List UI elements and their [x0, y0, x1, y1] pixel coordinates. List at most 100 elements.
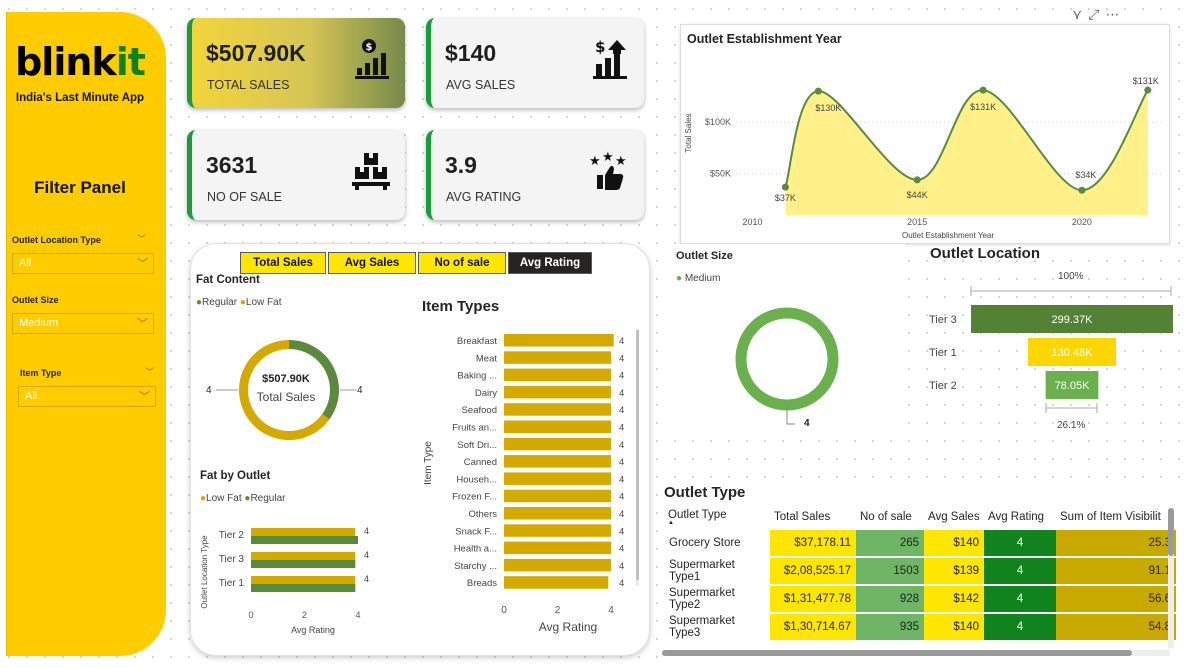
bar[interactable]	[504, 334, 614, 347]
category-label: Fruits an...	[452, 423, 497, 434]
category-label: Health a...	[454, 544, 497, 555]
bar[interactable]	[504, 489, 611, 503]
table-row[interactable]: Supermarket Type1 $2,08,525.17 1503 $139 4 91…	[664, 558, 1176, 586]
table-row[interactable]: Supermarket Type3 $1,30,714.67 935 $140 4 54.…	[664, 614, 1176, 642]
bar[interactable]	[251, 584, 356, 592]
outlet-size-value: Medium	[19, 317, 59, 329]
column-header[interactable]: No of sale	[856, 504, 924, 530]
table-cell: Grocery Store	[664, 530, 770, 558]
filter-panel-title: Filter Panel	[34, 178, 126, 197]
more-options-icon[interactable]: ⋯	[1105, 6, 1125, 22]
category-label: Baking ...	[457, 371, 497, 382]
filter-label-outlet-location: Outlet Location Type	[12, 235, 101, 245]
metric-button-no-of-sale[interactable]: No of sale	[418, 252, 506, 274]
bar[interactable]	[504, 368, 611, 382]
scrollbar-thumb[interactable]	[662, 650, 1132, 656]
line-chart-svg: Total Sales $37K $130K $44K $131K $34K $131K $…	[684, 76, 1161, 240]
filter-icon[interactable]: ⋎	[1072, 6, 1088, 22]
outlet-size-title: Outlet Size	[676, 250, 733, 262]
funnel-top-label: 100%	[1058, 271, 1084, 282]
column-header[interactable]: Outlet Type ▲	[664, 504, 770, 530]
bar[interactable]	[504, 351, 611, 364]
item-type-value: All	[25, 390, 38, 402]
category-label: Tier 1	[929, 347, 957, 359]
bar[interactable]	[504, 420, 611, 434]
item-types-chart: Item Type Breakfast 4 Meat 4 Baking ... 4 Dair…	[423, 330, 639, 634]
bar[interactable]	[251, 528, 356, 536]
table-cell: Supermarket Type1	[664, 558, 770, 586]
outlet-size-donut	[735, 307, 839, 425]
bar[interactable]	[251, 536, 358, 544]
growth-chart-icon: $	[593, 38, 627, 79]
category-label: Canned	[464, 457, 497, 468]
outlet-size-select[interactable]: Medium ﹀	[12, 313, 154, 334]
data-point[interactable]	[979, 86, 987, 94]
metric-button-avg-sales[interactable]: Avg Sales	[328, 252, 416, 274]
filter-label-outlet-size: Outlet Size	[12, 295, 59, 305]
category-label: Seafood	[462, 405, 497, 416]
column-header[interactable]: Avg Sales	[924, 504, 984, 530]
category-label: Others	[468, 509, 497, 520]
bar[interactable]	[504, 576, 609, 589]
bar[interactable]	[504, 385, 611, 399]
scrollbar-thumb[interactable]	[636, 330, 639, 580]
bar[interactable]	[504, 558, 611, 572]
column-header[interactable]: Avg Rating	[984, 504, 1056, 530]
table-cell: Supermarket Type2	[664, 586, 770, 614]
horizontal-scrollbar[interactable]	[662, 650, 1170, 656]
x-tick-label: 0	[248, 610, 253, 620]
x-tick-label: 4	[355, 610, 360, 620]
item-type-select[interactable]: All ﹀	[18, 386, 156, 407]
bar[interactable]	[504, 455, 611, 468]
outlet-type-table-visual: Outlet Type Outlet Type ▲ Total Sales No of…	[660, 480, 1182, 660]
filter-panel	[6, 12, 166, 656]
scrollbar-thumb[interactable]	[1168, 508, 1174, 556]
category-label: Tier 1	[219, 578, 245, 589]
data-label: $44K	[907, 190, 928, 200]
data-label: 4	[619, 474, 624, 485]
table-cell: 265	[856, 530, 924, 558]
data-point[interactable]	[814, 87, 822, 95]
table-cell: 4	[984, 586, 1056, 614]
data-point[interactable]	[1144, 86, 1152, 94]
kpi-value: 3.9	[445, 152, 477, 178]
x-tick-label: 2010	[742, 217, 762, 227]
data-label: 4	[619, 578, 624, 589]
metric-button-avg-rating[interactable]: Avg Rating	[508, 252, 592, 274]
table-cell: 4	[984, 530, 1056, 558]
category-label: Breads	[467, 578, 497, 589]
metric-button-total-sales[interactable]: Total Sales	[240, 252, 326, 274]
data-point[interactable]	[1078, 186, 1086, 194]
chevron-down-icon: ﹀	[145, 367, 155, 377]
bar[interactable]	[504, 524, 611, 537]
focus-mode-icon[interactable]: ⤢	[1088, 6, 1105, 22]
bar[interactable]	[251, 576, 356, 584]
outlet-location-select[interactable]: All ﹀	[12, 253, 154, 274]
bar[interactable]	[504, 437, 611, 451]
data-label: $131K	[1133, 76, 1159, 86]
svg-text:$: $	[595, 38, 605, 56]
bar[interactable]	[504, 403, 611, 416]
bar[interactable]	[504, 507, 611, 520]
x-tick-label: 2020	[1072, 217, 1092, 227]
outlet-type-table: Outlet Type ▲ Total Sales No of sale Avg Sal…	[664, 504, 1176, 642]
donut-ring-medium	[735, 307, 839, 411]
data-point[interactable]	[781, 183, 789, 191]
category-label: Dairy	[475, 388, 497, 399]
category-label: Meat	[476, 353, 497, 364]
column-header[interactable]: Sum of Item Visibilit	[1056, 504, 1176, 530]
bar[interactable]	[504, 541, 611, 555]
category-label: Househ...	[456, 474, 497, 485]
legend-regular: Regular	[250, 493, 286, 504]
table-row[interactable]: Grocery Store $37,178.11 265 $140 4 25.3	[664, 530, 1176, 558]
bar[interactable]	[251, 552, 356, 560]
bar[interactable]	[504, 472, 611, 485]
data-point[interactable]	[913, 176, 921, 184]
table-header-row: Outlet Type ▲ Total Sales No of sale Avg Sal…	[664, 504, 1176, 530]
legend-regular: Regular	[202, 297, 238, 308]
table-row[interactable]: Supermarket Type2 $1,31,477.78 928 $142 4 56.…	[664, 586, 1176, 614]
bar[interactable]	[251, 560, 356, 568]
chevron-down-icon: ﹀	[137, 318, 148, 330]
column-header[interactable]: Total Sales	[770, 504, 856, 530]
vertical-scrollbar[interactable]	[1168, 508, 1174, 648]
